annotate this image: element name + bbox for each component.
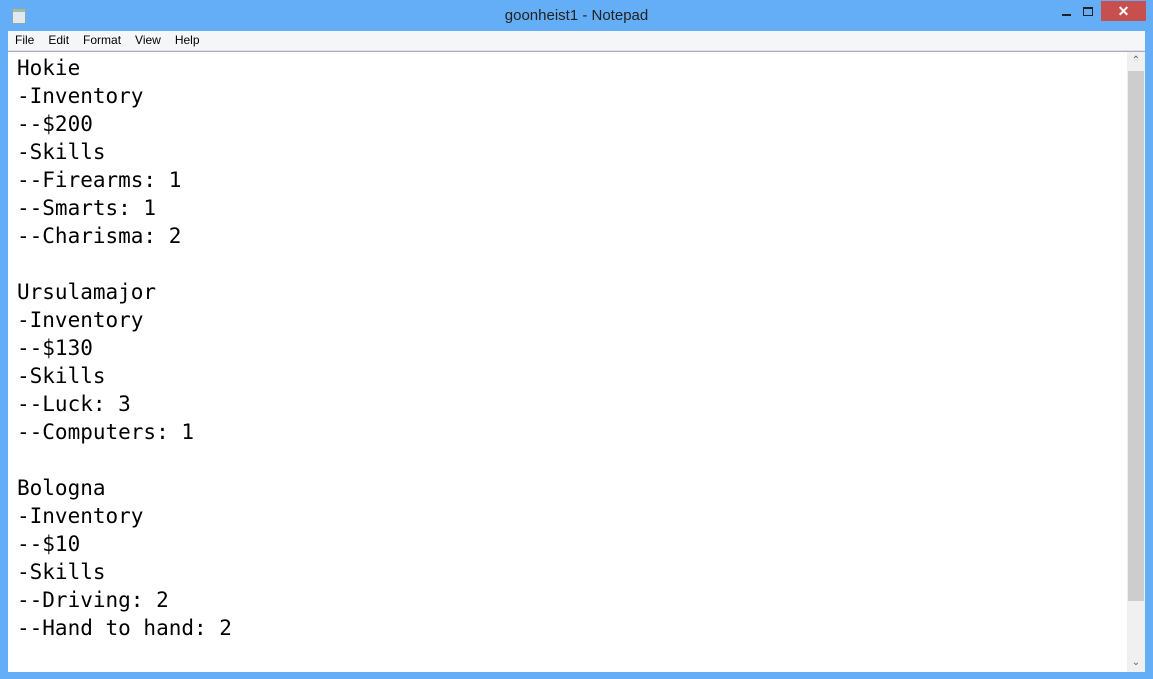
scroll-up-icon[interactable]: ⌃ bbox=[1127, 52, 1145, 70]
scroll-down-icon[interactable]: ⌄ bbox=[1127, 654, 1145, 672]
menu-bar: File Edit Format View Help bbox=[8, 31, 1145, 51]
menu-format[interactable]: Format bbox=[76, 31, 128, 47]
menu-help[interactable]: Help bbox=[168, 31, 207, 47]
text-editor[interactable]: Hokie -Inventory --$200 -Skills --Firear… bbox=[8, 51, 1145, 672]
close-button[interactable]: ✕ bbox=[1101, 1, 1146, 21]
menu-edit[interactable]: Edit bbox=[41, 31, 76, 47]
maximize-button[interactable] bbox=[1076, 1, 1102, 21]
title-bar[interactable]: goonheist1 - Notepad ✕ bbox=[0, 0, 1153, 31]
scrollbar-thumb[interactable] bbox=[1128, 71, 1144, 601]
menu-view[interactable]: View bbox=[128, 31, 168, 47]
menu-file[interactable]: File bbox=[8, 31, 41, 47]
vertical-scrollbar[interactable]: ⌃ ⌄ bbox=[1127, 52, 1145, 672]
document-text[interactable]: Hokie -Inventory --$200 -Skills --Firear… bbox=[17, 54, 232, 642]
window-title: goonheist1 - Notepad bbox=[504, 7, 649, 24]
